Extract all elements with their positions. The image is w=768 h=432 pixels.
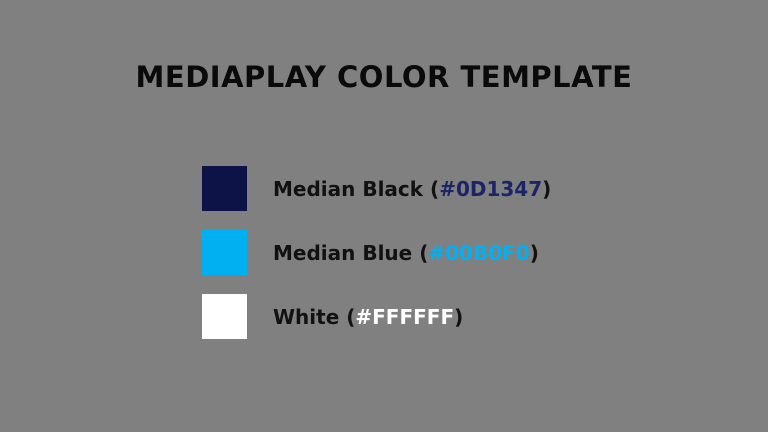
color-row-white: White (#FFFFFF) [202, 294, 622, 340]
color-label: Median Black (#0D1347) [273, 166, 551, 212]
color-hex-code: #FFFFFF [355, 305, 455, 329]
color-swatch-list: Median Black (#0D1347) Median Blue (#00B… [202, 166, 622, 358]
color-label: Median Blue (#00B0F0) [273, 230, 539, 276]
color-template-slide: MEDIAPLAY COLOR TEMPLATE Median Black (#… [0, 0, 768, 432]
color-label: White (#FFFFFF) [273, 294, 463, 340]
color-swatch [202, 230, 247, 275]
color-hex-code: #0D1347 [439, 177, 543, 201]
open-paren: ( [412, 241, 429, 265]
page-title: MEDIAPLAY COLOR TEMPLATE [135, 60, 633, 94]
close-paren: ) [454, 305, 464, 329]
color-name: White [273, 305, 340, 329]
open-paren: ( [339, 305, 356, 329]
close-paren: ) [529, 241, 539, 265]
color-hex-code: #00B0F0 [428, 241, 530, 265]
color-row-median-blue: Median Blue (#00B0F0) [202, 230, 622, 276]
color-swatch [202, 294, 247, 339]
open-paren: ( [423, 177, 440, 201]
color-row-median-black: Median Black (#0D1347) [202, 166, 622, 212]
color-swatch [202, 166, 247, 211]
close-paren: ) [542, 177, 552, 201]
color-name: Median Black [273, 177, 424, 201]
color-name: Median Blue [273, 241, 413, 265]
